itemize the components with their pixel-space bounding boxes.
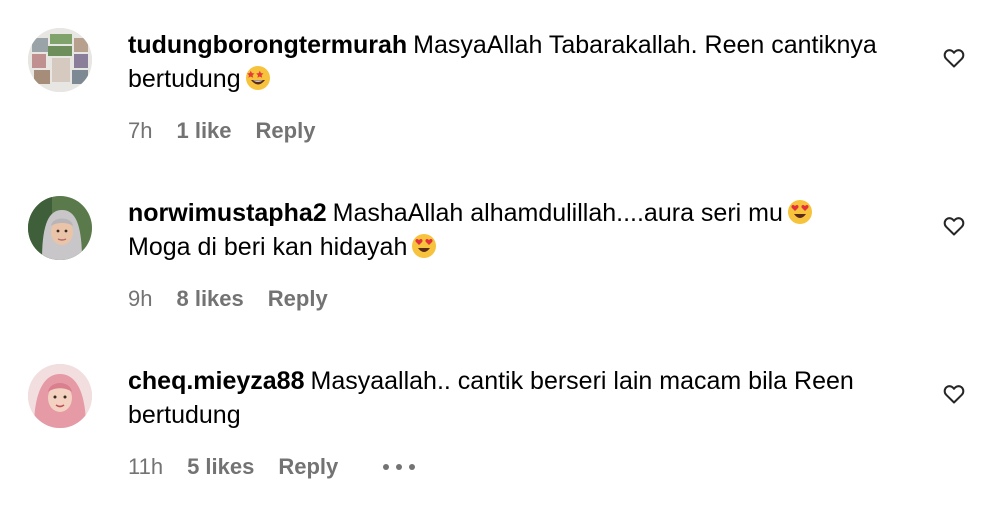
username[interactable]: norwimustapha2 [128,199,327,227]
username[interactable]: cheq.mieyza88 [128,367,305,395]
comment-body: tudungborongtermurah MasyaAllah Tabarakal… [128,28,918,96]
reply-button[interactable]: Reply [268,286,328,312]
username[interactable]: tudungborongtermurah [128,31,407,59]
heart-outline-icon[interactable] [942,46,966,70]
comment-text-line-1: MashaAllah alhamdulillah....aura seri mu [332,199,783,227]
heart-outline-icon[interactable] [942,382,966,406]
star-struck-emoji-icon [245,65,271,91]
comments-list: tudungborongtermurah MasyaAllah Tabarakal… [0,0,996,506]
comment-item: cheq.mieyza88 Masyaallah.. cantik berseri… [0,336,996,504]
timestamp: 9h [128,286,153,311]
pink-hijab-avatar-icon [28,364,92,428]
comment-text-line-2: Moga di beri kan hidayah [128,233,408,261]
comment-meta: 11h 5 likes Reply [128,454,416,480]
avatar[interactable] [28,196,92,260]
timestamp: 11h [128,454,164,479]
reply-button[interactable]: Reply [256,118,316,144]
more-options-icon[interactable] [382,463,416,471]
avatar[interactable] [28,28,92,92]
reply-button[interactable]: Reply [278,454,338,480]
heart-eyes-emoji-icon [411,233,437,259]
like-count[interactable]: 8 likes [176,286,243,312]
avatar[interactable] [28,364,92,428]
comment-item: norwimustapha2 MashaAllah alhamdulillah..… [0,168,996,336]
heart-outline-icon[interactable] [942,214,966,238]
comment-body: norwimustapha2 MashaAllah alhamdulillah..… [128,196,918,264]
comment-body: cheq.mieyza88 Masyaallah.. cantik berseri… [128,364,918,432]
comment-meta: 9h 8 likes Reply [128,286,328,312]
like-count[interactable]: 1 like [176,118,231,144]
timestamp: 7h [128,118,153,143]
product-grid-avatar-icon [28,28,92,92]
comment-meta: 7h 1 like Reply [128,118,315,144]
heart-eyes-emoji-icon [787,199,813,225]
hijab-woman-avatar-icon [28,196,92,260]
like-count[interactable]: 5 likes [187,454,254,480]
comment-item: tudungborongtermurah MasyaAllah Tabarakal… [0,0,996,168]
